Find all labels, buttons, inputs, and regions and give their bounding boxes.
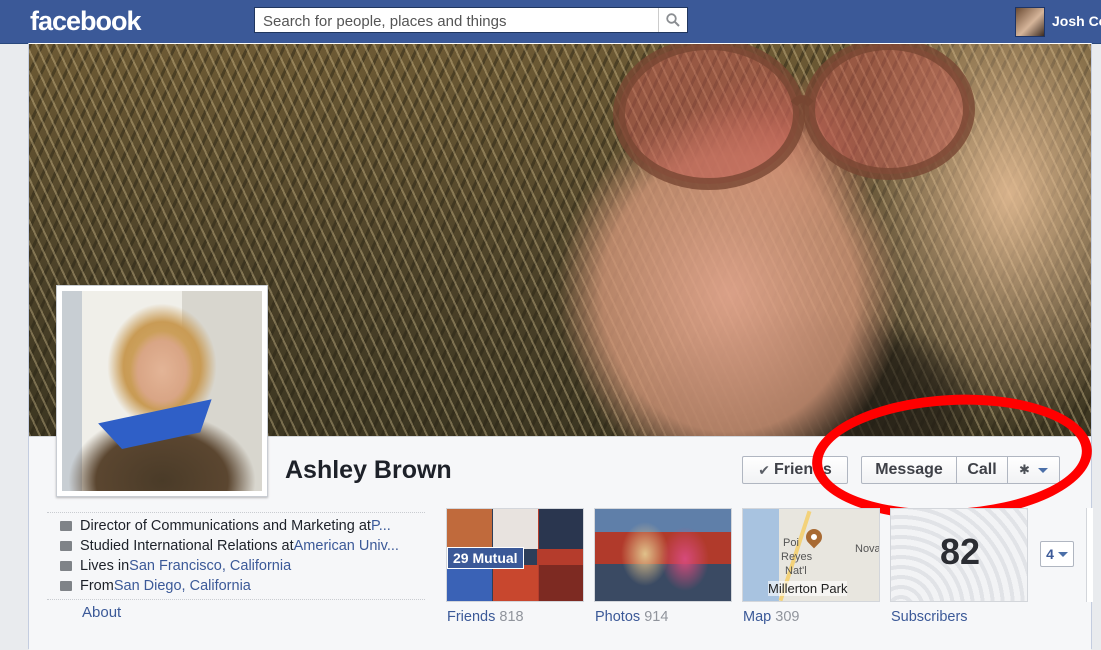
friends-tile-label[interactable]: Friends 818 (447, 609, 524, 625)
search-input[interactable] (261, 9, 665, 33)
map-label: Poi (783, 537, 799, 549)
fact-link[interactable]: American Univ... (294, 538, 399, 554)
map-label: Nova (855, 543, 880, 555)
photos-tile-label[interactable]: Photos 914 (595, 609, 668, 625)
cover-sunglasses-graphic (613, 44, 975, 190)
next-tile-edge (1086, 508, 1093, 602)
search-box[interactable] (254, 7, 688, 33)
home-icon (60, 561, 72, 571)
friend-thumb (447, 509, 492, 549)
fact-link[interactable]: San Diego, California (114, 578, 251, 594)
tile-count: 914 (644, 609, 669, 625)
tile-label-text: Photos (595, 609, 641, 625)
subscribers-tile[interactable]: 82 (890, 508, 1028, 602)
facebook-logo[interactable]: facebook (30, 6, 142, 37)
map-label: Nat'l (785, 565, 807, 577)
tile-label-text: Friends (447, 609, 496, 625)
friends-tile[interactable]: 29 Mutual (446, 508, 584, 602)
fact-lives-in: Lives in San Francisco, California (47, 556, 425, 576)
photos-tile[interactable] (594, 508, 732, 602)
map-label: Reyes (781, 551, 813, 563)
search-icon[interactable] (658, 8, 687, 32)
profile-facts-list: Director of Communications and Marketing… (47, 512, 425, 600)
subscribers-count: 82 (939, 531, 981, 572)
more-tiles-count: 4 (1046, 546, 1054, 562)
friend-thumb (539, 509, 583, 549)
mutual-friends-badge: 29 Mutual (447, 547, 524, 569)
subscribers-tile-label[interactable]: Subscribers (891, 609, 968, 625)
friend-thumb (539, 565, 583, 601)
user-name[interactable]: Josh Co (1052, 13, 1101, 29)
fact-hometown: From San Diego, California (47, 576, 425, 596)
fact-text: Studied International Relations at (80, 538, 294, 554)
work-icon (60, 521, 72, 531)
more-tiles-button[interactable]: 4 (1040, 541, 1074, 567)
map-tile-label[interactable]: Map 309 (743, 609, 799, 625)
friend-thumb (493, 509, 538, 549)
fact-education: Studied International Relations at Ameri… (47, 536, 425, 556)
friend-thumb (447, 565, 492, 601)
fact-work: Director of Communications and Marketing… (47, 516, 425, 536)
tile-label-text: Map (743, 609, 772, 625)
friend-thumb (493, 565, 538, 601)
chevron-down-icon (1057, 551, 1068, 557)
profile-name[interactable]: Ashley Brown (285, 456, 452, 485)
checkmark-icon: ✔ (758, 461, 770, 478)
top-bar: facebook Josh Co (0, 0, 1101, 44)
fact-text: Lives in (80, 558, 130, 574)
about-link[interactable]: About (82, 604, 121, 621)
blue-glass-graphic (98, 399, 218, 453)
profile-picture[interactable] (56, 285, 268, 497)
fact-link[interactable]: San Francisco, California (129, 558, 291, 574)
tile-count: 818 (499, 609, 524, 625)
map-pin-icon (802, 525, 826, 549)
education-icon (60, 541, 72, 551)
hometown-icon (60, 581, 72, 591)
map-place-label: Millerton Park (768, 581, 848, 596)
fact-text: From (80, 578, 114, 594)
tile-count: 309 (775, 609, 800, 625)
map-tile[interactable]: Poi Reyes Nat'l Nova Millerton Park (742, 508, 880, 602)
fact-link[interactable]: P... (371, 518, 391, 534)
profile-photo-image (62, 291, 262, 491)
fact-text: Director of Communications and Marketing… (80, 518, 371, 534)
user-avatar[interactable] (1015, 7, 1045, 37)
